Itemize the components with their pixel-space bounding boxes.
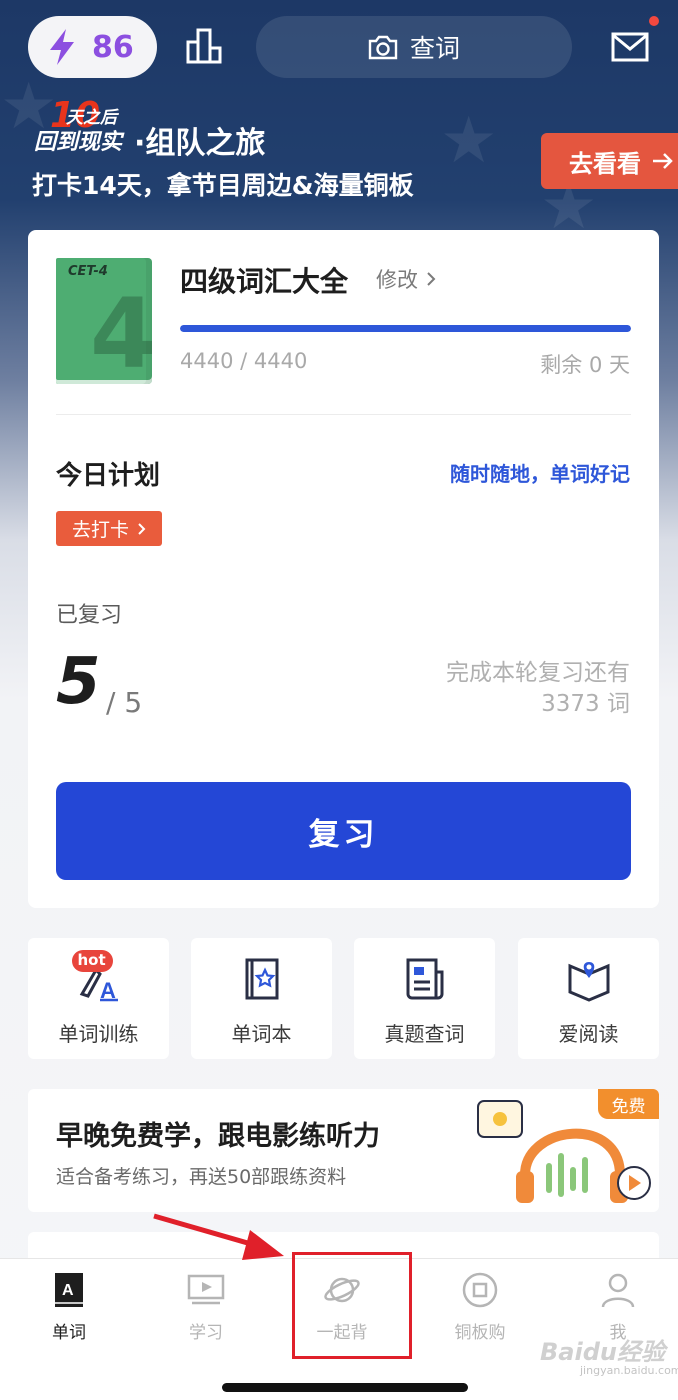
checkin-label: 去打卡 [71, 519, 129, 541]
tab-label: 单词 [52, 1323, 86, 1343]
edit-label: 修改 [376, 268, 418, 292]
banner-go-label: 去看看 [569, 149, 641, 178]
plan-slogan: 随时随地，单词好记 [450, 462, 630, 486]
mail-icon [611, 32, 649, 62]
watermark-logo: Baidu经验 [540, 1338, 665, 1366]
search-bar[interactable]: 查词 [256, 16, 572, 78]
tile-label: 真题查词 [384, 1022, 465, 1046]
divider [56, 414, 631, 415]
exam-lookup-icon [402, 956, 448, 1002]
reviewed-count: 5 [56, 645, 101, 719]
book-progress-fill [180, 325, 631, 332]
arrow-right-icon [653, 153, 673, 169]
show-logo: 10 天之后 回到现实 [34, 95, 123, 155]
reviewed-total: / 5 [106, 686, 143, 719]
banner-subtitle: 打卡14天，拿节目周边&海量铜板 [32, 171, 414, 200]
tile-label: 单词本 [231, 1022, 292, 1046]
messages-button[interactable] [611, 32, 649, 62]
unread-dot [649, 16, 659, 26]
book-cover[interactable]: CET-4 4 [56, 258, 152, 384]
remaining-words-line2: 3373 词 [541, 691, 630, 717]
svg-text:A: A [100, 978, 116, 1002]
profile-tab-icon [601, 1273, 635, 1308]
energy-value: 86 [92, 29, 134, 65]
word-tab-icon: A [55, 1273, 83, 1307]
tile-exam-lookup[interactable]: 真题查词 [354, 938, 495, 1059]
tab-words[interactable]: A 单词 [9, 1270, 129, 1344]
banner-title: ·组队之旅 [134, 126, 266, 161]
bar-chart-icon [186, 28, 222, 64]
annotation-arrow-icon [153, 1213, 284, 1260]
book-progress-text: 4440 / 4440 [180, 349, 308, 373]
promo-subtitle: 适合备考练习，再送50部跟练资料 [56, 1166, 347, 1188]
book-title: 四级词汇大全 [180, 265, 349, 298]
word-training-icon: A hot [71, 950, 122, 1003]
remaining-words-line1: 完成本轮复习还有 [446, 660, 630, 686]
days-remaining: 剩余 0 天 [540, 353, 630, 377]
leaderboard-button[interactable] [186, 28, 224, 64]
remaining-words: 完成本轮复习还有 3373 词 [446, 658, 630, 720]
reading-icon [566, 956, 612, 1002]
tile-word-training[interactable]: A hot 单词训练 [28, 938, 169, 1059]
chevron-right-icon [138, 522, 146, 535]
free-badge: 免费 [598, 1089, 659, 1119]
search-label: 查词 [409, 34, 460, 63]
checkin-button[interactable]: 去打卡 [56, 511, 162, 546]
tile-label: 爱阅读 [558, 1022, 619, 1046]
coin-shop-tab-icon [462, 1272, 498, 1308]
svg-text:A: A [62, 1282, 74, 1299]
study-tab-icon [187, 1274, 225, 1305]
home-indicator [222, 1383, 468, 1392]
annotation-highlight-box [292, 1252, 412, 1359]
tab-study[interactable]: 学习 [146, 1270, 266, 1344]
watermark-url: jingyan.baidu.com [580, 1364, 678, 1377]
tab-label: 学习 [189, 1323, 223, 1343]
plan-title: 今日计划 [56, 461, 161, 491]
promo-title: 早晚免费学，跟电影练听力 [56, 1121, 380, 1152]
star-decoration: ★ [440, 104, 498, 178]
hot-badge: hot [71, 950, 113, 972]
wordbook-icon [239, 956, 285, 1002]
book-progress-bar [180, 325, 631, 332]
chevron-right-icon [427, 272, 436, 286]
change-book-link[interactable]: 修改 [376, 264, 436, 294]
tile-wordbook[interactable]: 单词本 [191, 938, 332, 1059]
lightning-icon [50, 29, 74, 65]
banner-go-button[interactable]: 去看看 [541, 133, 678, 189]
camera-icon [368, 35, 398, 60]
tab-label: 铜板购 [454, 1323, 506, 1343]
tile-reading[interactable]: 爱阅读 [518, 938, 659, 1059]
tile-label: 单词训练 [58, 1022, 139, 1046]
energy-badge[interactable]: 86 [28, 16, 157, 78]
tab-coin-shop[interactable]: 铜板购 [420, 1270, 540, 1344]
review-button[interactable]: 复习 [56, 782, 631, 880]
reviewed-label: 已复习 [56, 603, 123, 628]
